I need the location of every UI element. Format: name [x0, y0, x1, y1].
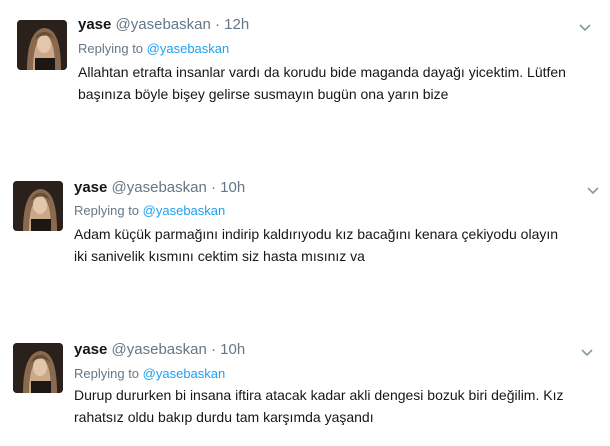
- replying-to-link[interactable]: @yasebaskan: [143, 203, 226, 218]
- replying-to-label: Replying to: [74, 203, 140, 218]
- timestamp[interactable]: 10h: [220, 341, 245, 358]
- avatar[interactable]: [17, 20, 67, 70]
- tweet[interactable]: yase @yasebaskan · 12h Replying to @yase…: [0, 0, 610, 110]
- display-name[interactable]: yase: [74, 179, 107, 196]
- user-handle[interactable]: @yasebaskan: [112, 341, 207, 358]
- tweet-text: Durup dururken bi insana iftira atacak k…: [74, 384, 604, 428]
- display-name[interactable]: yase: [78, 16, 111, 33]
- avatar-photo: [13, 181, 63, 231]
- separator-dot: ·: [215, 16, 220, 33]
- replying-to-link[interactable]: @yasebaskan: [147, 41, 230, 56]
- chevron-down-icon[interactable]: [586, 183, 600, 195]
- tweet-text-line: iki sanivelik kısmını cektim siz hasta m…: [74, 248, 365, 264]
- tweet-text-line: Adam küçük parmağını indirip kaldırıyodu…: [74, 226, 559, 242]
- user-handle[interactable]: @yasebaskan: [112, 179, 207, 196]
- avatar[interactable]: [13, 181, 63, 231]
- tweet-text: Adam küçük parmağını indirip kaldırıyodu…: [74, 223, 604, 267]
- timestamp[interactable]: 12h: [224, 16, 249, 33]
- separator-dot: ·: [211, 179, 216, 196]
- replying-to-label: Replying to: [78, 41, 144, 56]
- separator-dot: ·: [211, 341, 216, 358]
- timestamp[interactable]: 10h: [220, 179, 245, 196]
- avatar-photo: [17, 20, 67, 70]
- user-handle[interactable]: @yasebaskan: [116, 16, 211, 33]
- avatar-photo: [13, 343, 63, 393]
- tweet-text-line: başınıza böyle bişey gelirse susmayın bu…: [78, 86, 449, 102]
- avatar[interactable]: [13, 343, 63, 393]
- tweet-text-line: Allahtan etrafta insanlar vardı da korud…: [78, 64, 566, 80]
- replying-to-link[interactable]: @yasebaskan: [143, 366, 226, 381]
- replying-to-label: Replying to: [74, 366, 140, 381]
- tweet[interactable]: yase @yasebaskan · 10h Replying to @yase…: [0, 168, 610, 278]
- tweet-text-line: Durup dururken bi insana iftira atacak k…: [74, 387, 564, 403]
- tweet-text: Allahtan etrafta insanlar vardı da korud…: [78, 61, 608, 105]
- chevron-down-icon[interactable]: [578, 20, 592, 32]
- display-name[interactable]: yase: [74, 341, 107, 358]
- tweet-text-line: rahatsız oldu bakıp durdu tam karşımda y…: [74, 409, 374, 425]
- chevron-down-icon[interactable]: [580, 345, 594, 357]
- tweet[interactable]: yase @yasebaskan · 10h Replying to @yase…: [0, 331, 610, 441]
